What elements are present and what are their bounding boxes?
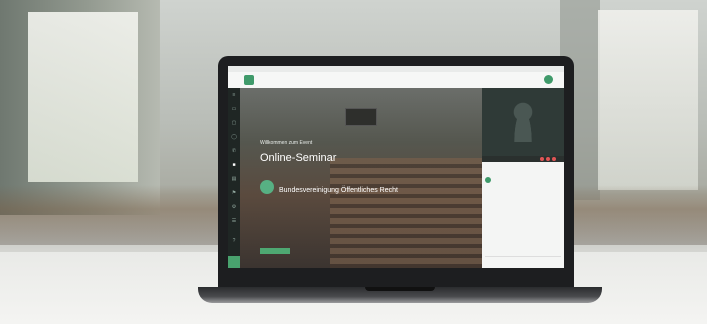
left-sidebar: ≡ ▭ ▢ ◯ ✆ ■ ▤ ⚑ ⚙ ☰ ? [228, 88, 240, 268]
host-name: Bundesvereinigung Öffentliches Recht [279, 187, 398, 194]
sidebar-active-indicator[interactable] [228, 256, 240, 268]
users-icon[interactable]: ☰ [231, 218, 237, 224]
welcome-text: Willkommen zum Event [260, 140, 313, 146]
background-window-right [598, 10, 698, 190]
speaker-camera [482, 88, 564, 156]
minimize-icon[interactable] [546, 157, 550, 161]
chat-input[interactable] [485, 256, 561, 263]
brand-logo-icon [244, 75, 254, 85]
panel-header [482, 156, 564, 162]
background-window-left [28, 12, 138, 182]
app-header [228, 72, 564, 89]
camera-icon[interactable]: ■ [231, 162, 237, 168]
event-title: Online-Seminar [260, 152, 337, 164]
flag-icon[interactable]: ⚑ [231, 190, 237, 196]
close-icon[interactable] [540, 157, 544, 161]
lecture-hall-board [345, 108, 377, 126]
laptop-notch [365, 287, 435, 291]
side-panel [482, 156, 564, 268]
join-button[interactable] [260, 248, 290, 254]
laptop-screen: ≡ ▭ ▢ ◯ ✆ ■ ▤ ⚑ ⚙ ☰ ? Willkommen zum Eve… [228, 66, 564, 268]
video-icon[interactable]: ▭ [231, 106, 237, 112]
doc-icon[interactable]: ▤ [231, 176, 237, 182]
host-logo-icon [260, 180, 274, 194]
settings-icon[interactable]: ⚙ [231, 204, 237, 210]
event-stage: Willkommen zum Event Online-Seminar Bund… [240, 88, 482, 268]
header-nav [418, 78, 450, 82]
user-avatar[interactable] [544, 75, 553, 84]
screen-icon[interactable]: ▢ [231, 120, 237, 126]
phone-icon[interactable]: ✆ [231, 148, 237, 154]
expand-icon[interactable] [552, 157, 556, 161]
person-placeholder-icon [512, 102, 534, 142]
menu-icon[interactable]: ≡ [231, 92, 237, 98]
help-icon[interactable]: ? [231, 238, 237, 244]
participant-avatar [485, 177, 491, 183]
chat-icon[interactable]: ◯ [231, 134, 237, 140]
lecture-hall-seats [330, 158, 482, 268]
